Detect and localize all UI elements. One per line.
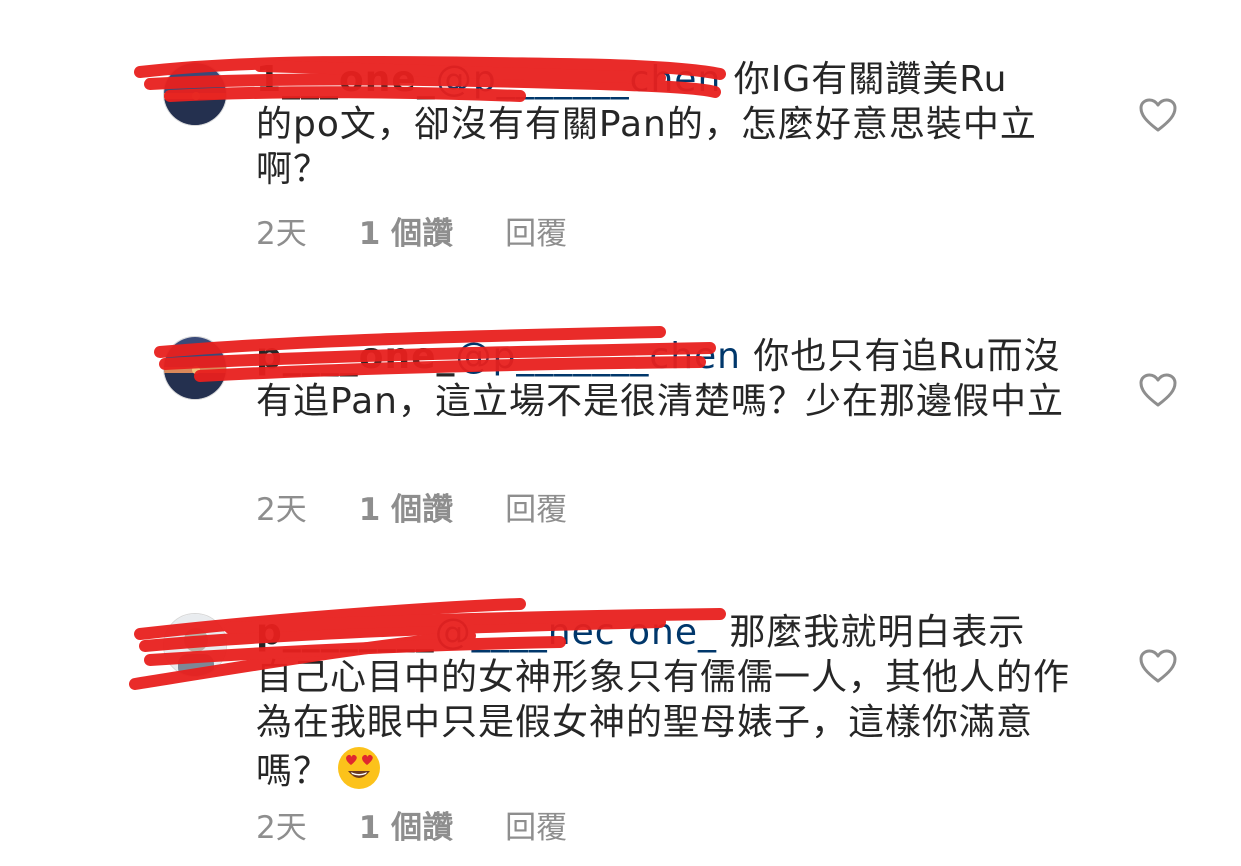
mention-link[interactable]: @p_______chen bbox=[436, 59, 721, 100]
comment-meta: 2天 1 個讚 回覆 bbox=[256, 802, 619, 847]
comment-text: p________@____nec one_ 那麼我就明白表示 自己心目中的女神形… bbox=[256, 610, 1076, 794]
comment-time: 2天 bbox=[256, 216, 307, 252]
comment-body-line1: 你也只有追Ru而沒 bbox=[740, 336, 1061, 377]
reply-button[interactable]: 回覆 bbox=[505, 208, 567, 253]
comment-text: 1___one_@p_______chen 你IG有關讚美Ru 的po文，卻沒有有… bbox=[256, 57, 1076, 192]
reply-button[interactable]: 回覆 bbox=[505, 484, 567, 529]
comment-body-line1: 那麼我就明白表示 bbox=[716, 612, 1026, 653]
comment-meta: 2天 1 個讚 回覆 bbox=[256, 484, 619, 529]
heart-outline-icon[interactable] bbox=[1138, 648, 1178, 684]
avatar[interactable] bbox=[163, 613, 227, 677]
comment-body: 的po文，卻沒有有關Pan的，怎麼好意思裝中立啊？ bbox=[256, 104, 1037, 190]
comment-username[interactable]: p____one_ bbox=[256, 336, 456, 377]
heart-outline-icon[interactable] bbox=[1138, 372, 1178, 408]
mention-link[interactable]: @____nec one_ bbox=[435, 612, 717, 653]
comment-username[interactable]: p________ bbox=[256, 612, 435, 653]
avatar[interactable] bbox=[163, 62, 227, 126]
comment-text: p____one_@p_______chen 你也只有追Ru而沒 有追Pan，這立… bbox=[256, 334, 1076, 424]
comment-body-line1: 你IG有關讚美Ru bbox=[721, 59, 1008, 100]
reply-button[interactable]: 回覆 bbox=[505, 802, 567, 847]
heart-outline-icon[interactable] bbox=[1138, 97, 1178, 133]
comment-time: 2天 bbox=[256, 810, 307, 846]
like-count[interactable]: 1 個讚 bbox=[359, 208, 453, 253]
comment-meta: 2天 1 個讚 回覆 bbox=[256, 208, 619, 253]
comment-time: 2天 bbox=[256, 492, 307, 528]
avatar[interactable] bbox=[163, 336, 227, 400]
like-count[interactable]: 1 個讚 bbox=[359, 484, 453, 529]
heart-eyes-emoji bbox=[338, 747, 381, 789]
like-count[interactable]: 1 個讚 bbox=[359, 802, 453, 847]
mention-link[interactable]: @p_______chen bbox=[456, 336, 741, 377]
comment-username[interactable]: 1___one_ bbox=[256, 59, 436, 100]
comment-body: 有追Pan，這立場不是很清楚嗎？少在那邊假中立 bbox=[256, 381, 1064, 422]
